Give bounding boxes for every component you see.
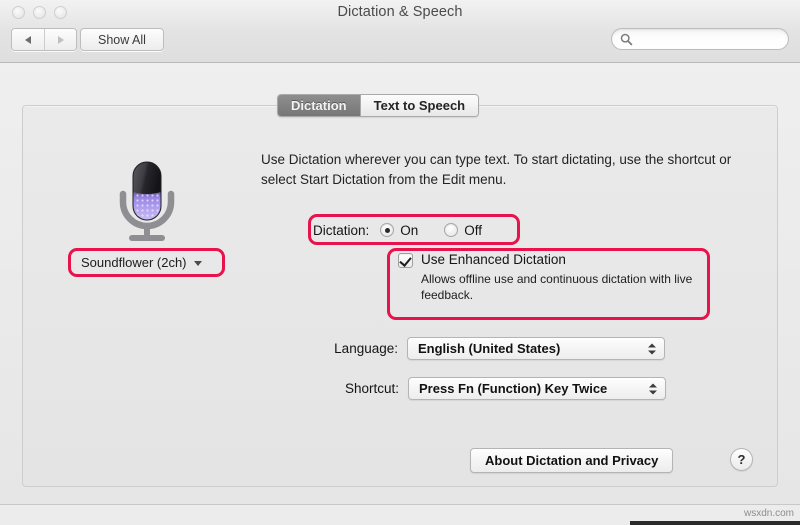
search-icon <box>620 33 633 46</box>
microphone-icon <box>119 161 175 241</box>
dictation-description: Use Dictation wherever you can type text… <box>261 152 732 187</box>
enhanced-dictation-checkbox-row[interactable]: Use Enhanced Dictation <box>398 252 698 268</box>
microphone-graphic-wrap <box>88 158 206 249</box>
tab-dictation[interactable]: Dictation <box>278 95 360 116</box>
stepper-arrows-icon <box>648 343 656 354</box>
dictation-radio-on[interactable]: On <box>380 223 418 238</box>
dictation-toggle-row: Dictation: On Off <box>313 218 482 242</box>
navigation-segmented-control[interactable] <box>11 28 77 51</box>
search-input[interactable] <box>637 32 777 46</box>
window-titlebar: Dictation & Speech Show All <box>0 0 800 63</box>
shortcut-label: Shortcut: <box>344 381 399 396</box>
shortcut-row: Shortcut: Press Fn (Function) Key Twice <box>316 377 666 400</box>
back-button[interactable] <box>12 29 44 50</box>
language-row: Language: English (United States) <box>315 337 665 360</box>
system-preferences-window: Dictation & Speech Show All Dictation Te… <box>0 0 800 505</box>
radio-selected-icon <box>380 223 395 237</box>
chevron-left-icon <box>25 35 31 44</box>
help-button[interactable]: ? <box>730 448 753 471</box>
language-label: Language: <box>334 341 398 356</box>
tab-bar: Dictation Text to Speech <box>277 94 480 117</box>
radio-unselected-icon <box>444 223 459 237</box>
dictation-label: Dictation: <box>313 222 370 238</box>
language-popup-button[interactable]: English (United States) <box>407 337 665 360</box>
tab-text-to-speech[interactable]: Text to Speech <box>359 95 479 116</box>
enhanced-dictation-description: Allows offline use and continuous dictat… <box>421 272 693 302</box>
dictation-on-label: On <box>400 222 419 238</box>
input-source-popup-button[interactable]: Soundflower (2ch) <box>71 250 210 275</box>
enhanced-dictation-group: Use Enhanced Dictation Allows offline us… <box>398 252 698 303</box>
enhanced-dictation-label: Use Enhanced Dictation <box>421 252 566 267</box>
language-value: English (United States) <box>418 341 561 356</box>
dictation-radio-off[interactable]: Off <box>444 223 482 238</box>
shortcut-popup-button[interactable]: Press Fn (Function) Key Twice <box>408 377 666 400</box>
show-all-button[interactable]: Show All <box>80 28 164 51</box>
search-field[interactable] <box>611 28 789 50</box>
dictation-off-label: Off <box>464 222 483 238</box>
taskbar-edge <box>630 521 800 525</box>
input-source-label: Soundflower (2ch) <box>81 255 187 270</box>
shortcut-value: Press Fn (Function) Key Twice <box>419 381 608 396</box>
chevron-right-icon <box>57 35 64 44</box>
window-title: Dictation & Speech <box>337 4 463 20</box>
forward-button[interactable] <box>44 29 76 50</box>
checkbox-checked-icon[interactable] <box>398 253 413 268</box>
about-dictation-and-privacy-button[interactable]: About Dictation and Privacy <box>470 448 674 473</box>
stepper-arrows-icon <box>649 383 657 394</box>
watermark: wsxdn.com <box>743 508 794 519</box>
chevron-down-icon <box>193 261 202 266</box>
